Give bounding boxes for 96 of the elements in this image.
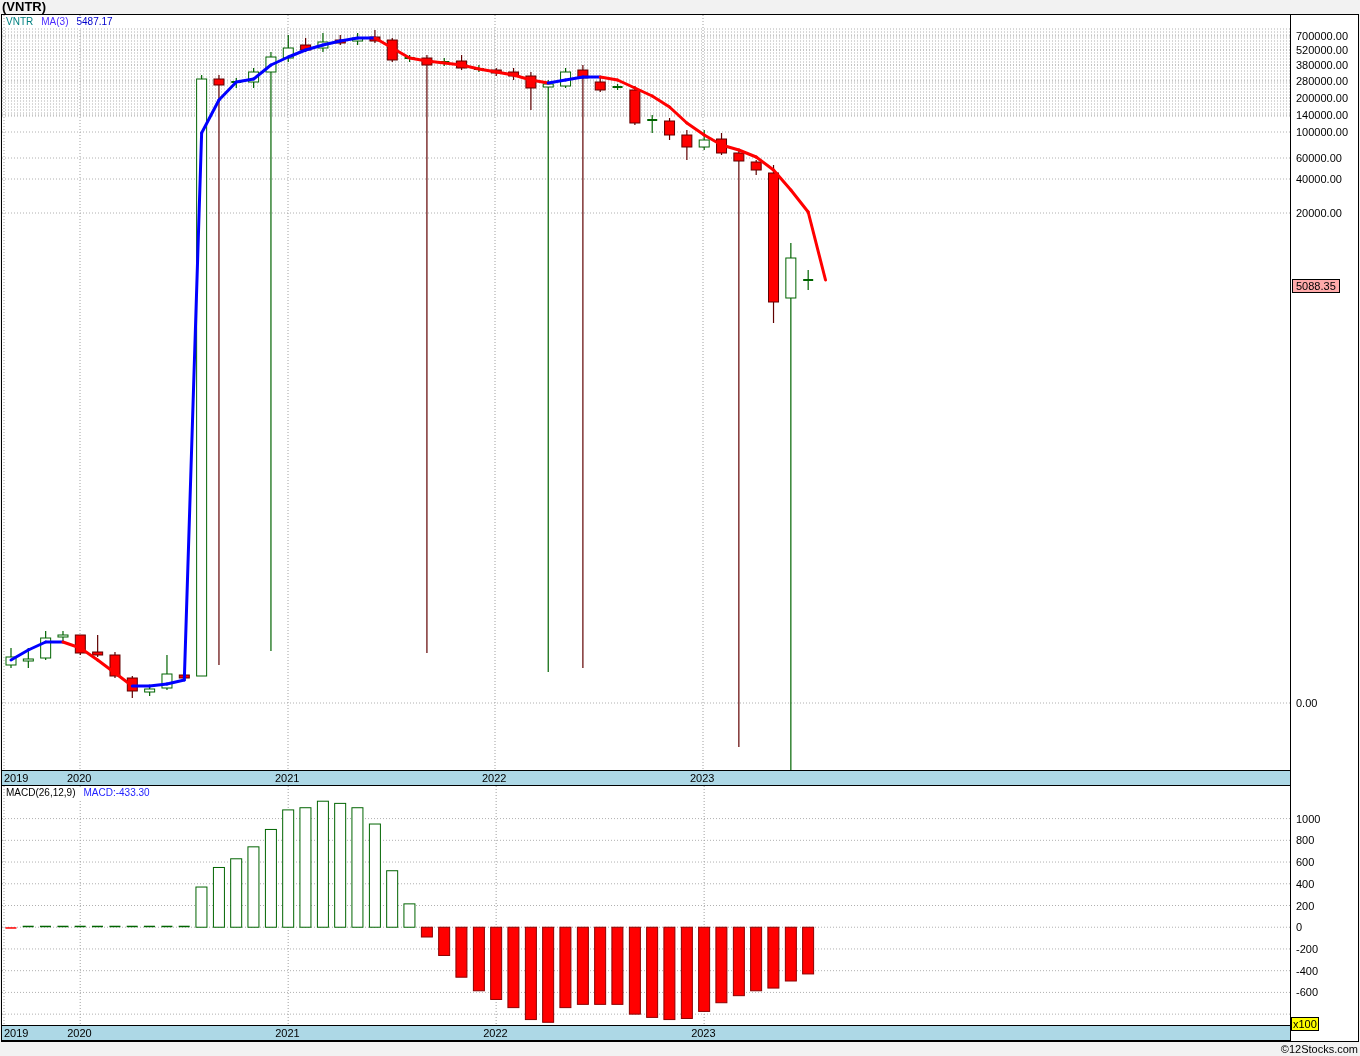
ticker-label: VNTR [6, 16, 34, 28]
candle [300, 37, 312, 53]
candle [629, 85, 641, 126]
candle [594, 77, 606, 93]
candle [352, 32, 364, 46]
macd-bar [472, 926, 485, 992]
macd-bar [767, 926, 780, 989]
last-price-tag: 5088.35 [1292, 279, 1340, 293]
axis-label: 200000.00 [1296, 92, 1348, 104]
macd-bar [403, 903, 416, 928]
macd-bar [57, 925, 69, 928]
axis-label: 400 [1296, 877, 1315, 890]
axis-label: -400 [1296, 964, 1319, 977]
macd-bar [178, 925, 190, 928]
axis-label: 0.00 [1296, 697, 1318, 709]
date-label: 2022 [483, 1026, 508, 1040]
macd-bar [143, 925, 155, 928]
macd-bar [802, 926, 815, 975]
macd-bar [732, 926, 745, 997]
date-label: 2021 [275, 1026, 300, 1040]
chart-title: (VNTR) [1, 0, 48, 14]
candle [161, 654, 173, 691]
indicator-label: MA(3) [41, 16, 69, 28]
macd-bar [195, 886, 208, 928]
date-label: 2023 [691, 1026, 716, 1040]
candle [178, 672, 190, 681]
candle [248, 67, 260, 89]
candle [647, 114, 658, 134]
indicator-value: MACD:-433.30 [83, 787, 150, 799]
axis-label: 40000.00 [1296, 173, 1342, 185]
macd-bar [74, 925, 86, 928]
candle [612, 83, 623, 91]
candle [334, 34, 346, 46]
axis-label: 600 [1296, 856, 1315, 869]
date-label: 2023 [690, 771, 715, 785]
candle [282, 34, 294, 63]
candle [698, 129, 710, 151]
copyright-text: ©12Stocks.com [1280, 1042, 1358, 1056]
macd-bar [784, 926, 797, 982]
axis-label: 380000.00 [1296, 59, 1348, 71]
macd-bar [750, 926, 763, 992]
axis-label: -200 [1296, 942, 1319, 955]
axis-label: 140000.00 [1296, 109, 1348, 121]
axis-label: -600 [1296, 986, 1319, 999]
candle [386, 37, 398, 63]
scale-badge: x100 [1291, 1017, 1319, 1031]
macd-bar [386, 870, 399, 928]
candle [560, 67, 572, 89]
candle [126, 675, 138, 699]
macd-bar [230, 858, 243, 928]
candle [317, 32, 329, 53]
candle [369, 29, 381, 44]
macd-bar [39, 925, 51, 928]
candle [508, 67, 520, 81]
date-label: 2021 [275, 771, 300, 785]
candle [490, 67, 502, 77]
axis-label: 280000.00 [1296, 75, 1348, 87]
macd-bar [212, 867, 225, 928]
macd-bar [126, 925, 138, 928]
axis-label: 200 [1296, 899, 1315, 912]
macd-bar [161, 925, 173, 928]
indicator-label: MACD(26,12,9) [6, 787, 76, 799]
macd-bar [438, 926, 451, 956]
indicator-value: 5487.17 [76, 16, 113, 28]
candle [57, 630, 69, 643]
axis-label: 1000 [1296, 812, 1321, 825]
date-label: 2019 [4, 1026, 29, 1040]
candle [750, 159, 762, 176]
macd-bar [91, 925, 103, 928]
candle [40, 630, 52, 661]
candle [716, 132, 728, 156]
candle [5, 647, 17, 669]
macd-bar [22, 925, 34, 928]
macd-bar [109, 925, 121, 928]
axis-label: 0 [1296, 921, 1303, 934]
axis-label: 100000.00 [1296, 126, 1348, 138]
candle [525, 71, 537, 111]
macd-bar [420, 926, 433, 938]
candle [456, 54, 468, 71]
axis-label: 700000.00 [1296, 30, 1348, 42]
axis-label: 800 [1296, 834, 1315, 847]
axis-label: 520000.00 [1296, 44, 1348, 56]
axis-label: 20000.00 [1296, 207, 1342, 219]
candle [74, 634, 86, 656]
candle [681, 129, 693, 161]
candle [144, 685, 156, 697]
date-label: 2020 [67, 1026, 92, 1040]
date-label: 2022 [482, 771, 507, 785]
candle [803, 269, 814, 291]
date-label: 2020 [67, 771, 92, 785]
macd-bar [455, 926, 468, 978]
date-label: 2019 [4, 771, 29, 785]
candle [92, 634, 104, 658]
candle [664, 117, 676, 141]
axis-label: 60000.00 [1296, 152, 1342, 164]
candle [109, 651, 121, 679]
